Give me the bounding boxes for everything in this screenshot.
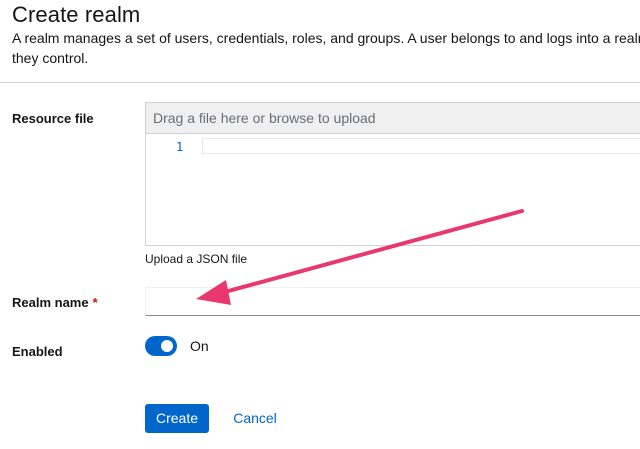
- resource-file-helper-text: Upload a JSON file: [145, 252, 248, 266]
- enabled-label: Enabled: [12, 344, 63, 359]
- file-drop-input[interactable]: Drag a file here or browse to upload: [146, 103, 640, 134]
- header-divider: [0, 82, 640, 83]
- realm-name-input[interactable]: [145, 287, 640, 316]
- realm-name-label: Realm name *: [12, 295, 98, 310]
- create-button[interactable]: Create: [145, 404, 209, 433]
- description-line-2: they control.: [12, 50, 89, 66]
- resource-file-label: Resource file: [12, 111, 94, 126]
- create-realm-page: Create realm A realm manages a set of us…: [0, 0, 640, 449]
- description-line-1: A realm manages a set of users, credenti…: [12, 30, 640, 46]
- editor-line-number: 1: [176, 140, 184, 154]
- json-editor[interactable]: 1: [146, 134, 640, 245]
- cancel-button[interactable]: Cancel: [233, 404, 277, 433]
- enabled-toggle[interactable]: [145, 336, 177, 356]
- required-marker: *: [92, 295, 98, 310]
- toggle-knob: [161, 340, 173, 352]
- enabled-toggle-state: On: [190, 338, 209, 354]
- resource-file-upload[interactable]: Drag a file here or browse to upload 1: [145, 102, 640, 246]
- page-description: A realm manages a set of users, credenti…: [12, 28, 640, 68]
- realm-name-label-text: Realm name: [12, 295, 89, 310]
- editor-active-line[interactable]: [202, 138, 640, 154]
- page-title: Create realm: [12, 2, 141, 27]
